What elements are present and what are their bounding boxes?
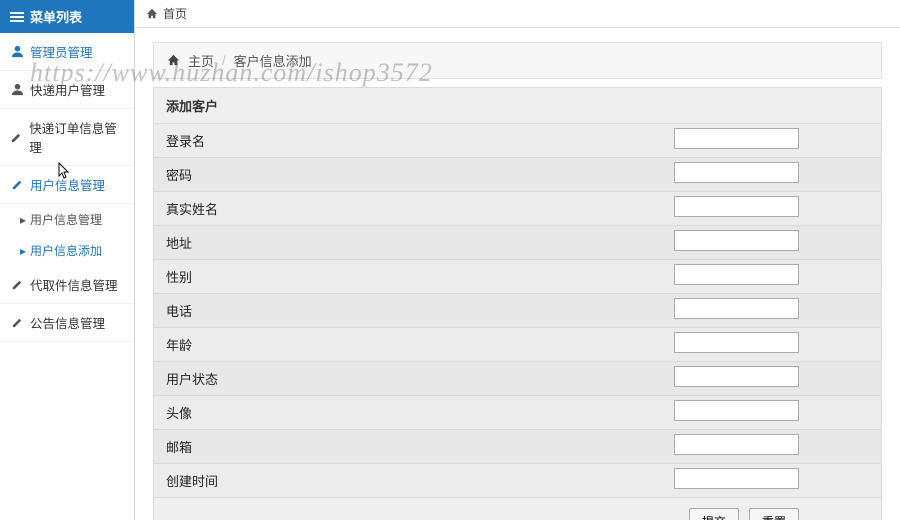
form-row-label: 邮箱	[154, 430, 674, 463]
form-title: 添加客户	[154, 88, 881, 124]
form-row-label: 登录名	[154, 124, 674, 157]
sidebar-item-admin[interactable]: 管理员管理	[0, 33, 134, 71]
form-row-input-wrap	[674, 226, 881, 259]
form-row-label: 密码	[154, 158, 674, 191]
sidebar-sub-label: 用户信息添加	[30, 242, 102, 259]
sidebar-item-user-info[interactable]: 用户信息管理	[0, 166, 134, 204]
sidebar-item-courier-user[interactable]: 快递用户管理	[0, 71, 134, 109]
topbar-home-link[interactable]: 首页	[163, 5, 187, 22]
sidebar-sub-user-add[interactable]: ▸ 用户信息添加	[0, 235, 134, 266]
form-input-2[interactable]	[674, 196, 799, 217]
breadcrumb-current: 客户信息添加	[234, 51, 312, 70]
form-input-3[interactable]	[674, 230, 799, 251]
menu-icon	[10, 10, 24, 24]
sidebar-sub-user-manage[interactable]: ▸ 用户信息管理	[0, 204, 134, 235]
form-input-10[interactable]	[674, 468, 799, 489]
form-row-label: 创建时间	[154, 464, 674, 497]
sidebar-item-order[interactable]: 快递订单信息管理	[0, 109, 134, 166]
form-input-8[interactable]	[674, 400, 799, 421]
form-row: 性别	[154, 260, 881, 294]
form-row-input-wrap	[674, 464, 881, 497]
form-row: 电话	[154, 294, 881, 328]
form-row-input-wrap	[674, 124, 881, 157]
form-input-6[interactable]	[674, 332, 799, 353]
form-row-label: 年龄	[154, 328, 674, 361]
form-input-0[interactable]	[674, 128, 799, 149]
form-row-input-wrap	[674, 294, 881, 327]
form-input-4[interactable]	[674, 264, 799, 285]
sidebar-header: 菜单列表	[0, 0, 134, 33]
sidebar-item-label: 管理员管理	[30, 42, 93, 61]
home-icon	[145, 7, 159, 21]
form-row-label: 电话	[154, 294, 674, 327]
sidebar: 菜单列表 管理员管理 快递用户管理 快递订单信息管理 用户信息管理	[0, 0, 135, 520]
form-row-label: 真实姓名	[154, 192, 674, 225]
breadcrumb-home[interactable]: 主页	[188, 51, 214, 70]
form-input-7[interactable]	[674, 366, 799, 387]
breadcrumb-separator: /	[222, 53, 226, 68]
edit-icon	[10, 178, 24, 192]
reset-button[interactable]: 重置	[749, 508, 799, 520]
form-row: 地址	[154, 226, 881, 260]
sidebar-item-pickup[interactable]: 代取件信息管理	[0, 266, 134, 304]
form-row-input-wrap	[674, 430, 881, 463]
sidebar-item-label: 快递用户管理	[30, 80, 105, 99]
sidebar-item-label: 公告信息管理	[30, 313, 105, 332]
caret-right-icon: ▸	[20, 244, 26, 258]
main-area: 首页 主页 / 客户信息添加 添加客户 登录名密码真实姓名地址性别电话年龄用户状…	[135, 0, 900, 520]
sidebar-item-announcement[interactable]: 公告信息管理	[0, 304, 134, 342]
form-row-input-wrap	[674, 362, 881, 395]
user-icon	[10, 83, 24, 97]
form-row-label: 性别	[154, 260, 674, 293]
form-row: 头像	[154, 396, 881, 430]
form-row: 真实姓名	[154, 192, 881, 226]
edit-icon	[10, 278, 24, 292]
form-row-input-wrap	[674, 328, 881, 361]
form-panel: 添加客户 登录名密码真实姓名地址性别电话年龄用户状态头像邮箱创建时间 提交 重置	[153, 87, 882, 520]
form-actions: 提交 重置	[154, 498, 881, 520]
home-icon	[166, 54, 180, 68]
user-icon	[10, 45, 24, 59]
form-row-input-wrap	[674, 396, 881, 429]
form-input-1[interactable]	[674, 162, 799, 183]
sidebar-sub-label: 用户信息管理	[30, 211, 102, 228]
form-row: 年龄	[154, 328, 881, 362]
sidebar-item-label: 快递订单信息管理	[29, 118, 124, 156]
breadcrumb: 主页 / 客户信息添加	[153, 42, 882, 79]
form-row-label: 地址	[154, 226, 674, 259]
caret-right-icon: ▸	[20, 213, 26, 227]
submit-button[interactable]: 提交	[689, 508, 739, 520]
form-row-input-wrap	[674, 260, 881, 293]
sidebar-header-label: 菜单列表	[30, 7, 82, 26]
form-row: 用户状态	[154, 362, 881, 396]
sidebar-item-label: 用户信息管理	[30, 175, 105, 194]
form-row-label: 头像	[154, 396, 674, 429]
form-row: 邮箱	[154, 430, 881, 464]
form-row: 密码	[154, 158, 881, 192]
edit-icon	[10, 130, 23, 144]
sidebar-item-label: 代取件信息管理	[30, 275, 118, 294]
form-row-input-wrap	[674, 158, 881, 191]
topbar: 首页	[135, 0, 900, 28]
form-row: 登录名	[154, 124, 881, 158]
form-row-input-wrap	[674, 192, 881, 225]
form-input-9[interactable]	[674, 434, 799, 455]
form-input-5[interactable]	[674, 298, 799, 319]
edit-icon	[10, 316, 24, 330]
form-row: 创建时间	[154, 464, 881, 498]
form-row-label: 用户状态	[154, 362, 674, 395]
